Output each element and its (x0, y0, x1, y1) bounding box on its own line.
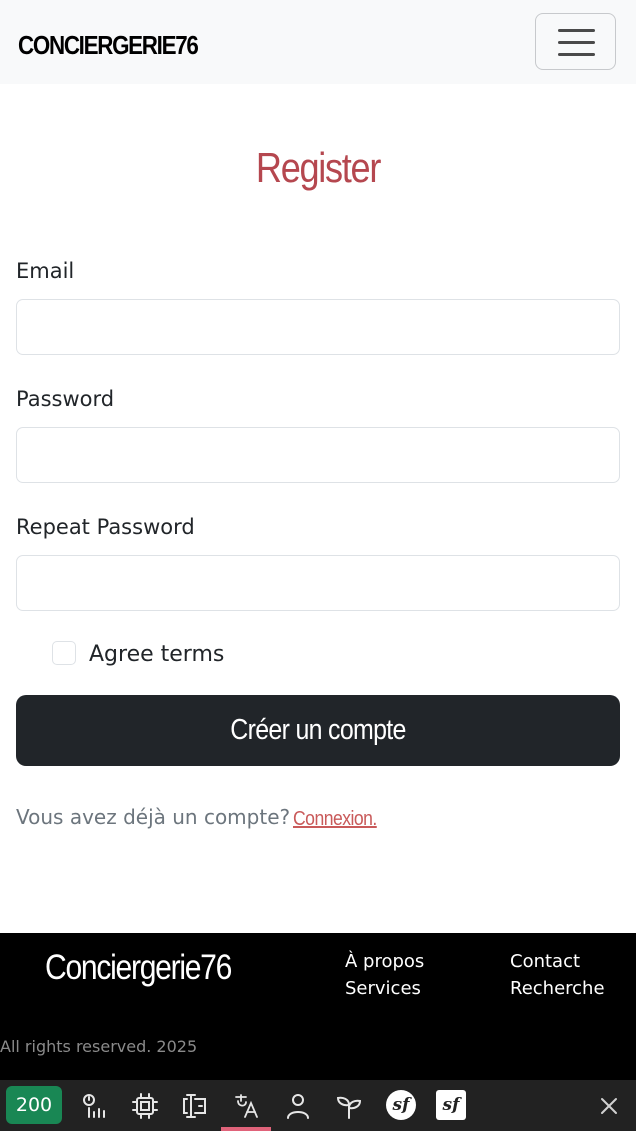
footer-link-contact[interactable]: Contact (510, 948, 580, 975)
copyright-text: All rights reserved. 2025 (0, 1037, 198, 1056)
navbar-toggle-button[interactable] (535, 13, 616, 70)
agree-terms-label[interactable]: Agree terms (89, 640, 224, 670)
email-label: Email (16, 259, 75, 283)
agree-terms-checkbox[interactable] (52, 641, 76, 665)
password-label: Password (16, 387, 115, 411)
symfony-logo-icon[interactable]: sf (436, 1090, 466, 1120)
navbar: CONCIERGERIE76 (0, 0, 636, 84)
footer-brand[interactable]: Conciergerie76 (45, 946, 232, 990)
repeat-password-label: Repeat Password (16, 515, 195, 539)
login-link[interactable]: Connexion. (293, 806, 377, 832)
symfony-icon[interactable]: sf (386, 1090, 416, 1120)
footer-link-about[interactable]: À propos (345, 948, 424, 975)
email-field[interactable] (16, 299, 620, 355)
repeat-password-field[interactable] (16, 555, 620, 611)
translation-icon[interactable] (232, 1091, 262, 1121)
forms-icon[interactable] (181, 1091, 211, 1121)
page-title: Register (255, 144, 381, 191)
active-panel-indicator (221, 1127, 271, 1131)
brand-logo[interactable]: CONCIERGERIE76 (18, 26, 199, 64)
status-badge[interactable]: 200 (6, 1086, 62, 1124)
events-icon[interactable] (334, 1091, 364, 1121)
footer-link-search[interactable]: Recherche (510, 975, 605, 1002)
performance-icon[interactable] (80, 1091, 110, 1121)
close-icon[interactable] (594, 1091, 624, 1121)
password-field[interactable] (16, 427, 620, 483)
footer: Conciergerie76 À propos Services Contact… (0, 933, 636, 1080)
create-account-button[interactable]: Créer un compte (16, 695, 620, 766)
memory-icon[interactable] (130, 1091, 160, 1121)
already-account-text: Vous avez déjà un compte? (16, 805, 291, 829)
footer-link-services[interactable]: Services (345, 975, 421, 1002)
user-icon[interactable] (283, 1091, 313, 1121)
create-account-button-label: Créer un compte (230, 714, 406, 746)
debug-toolbar: 200 sf sf (0, 1080, 636, 1131)
